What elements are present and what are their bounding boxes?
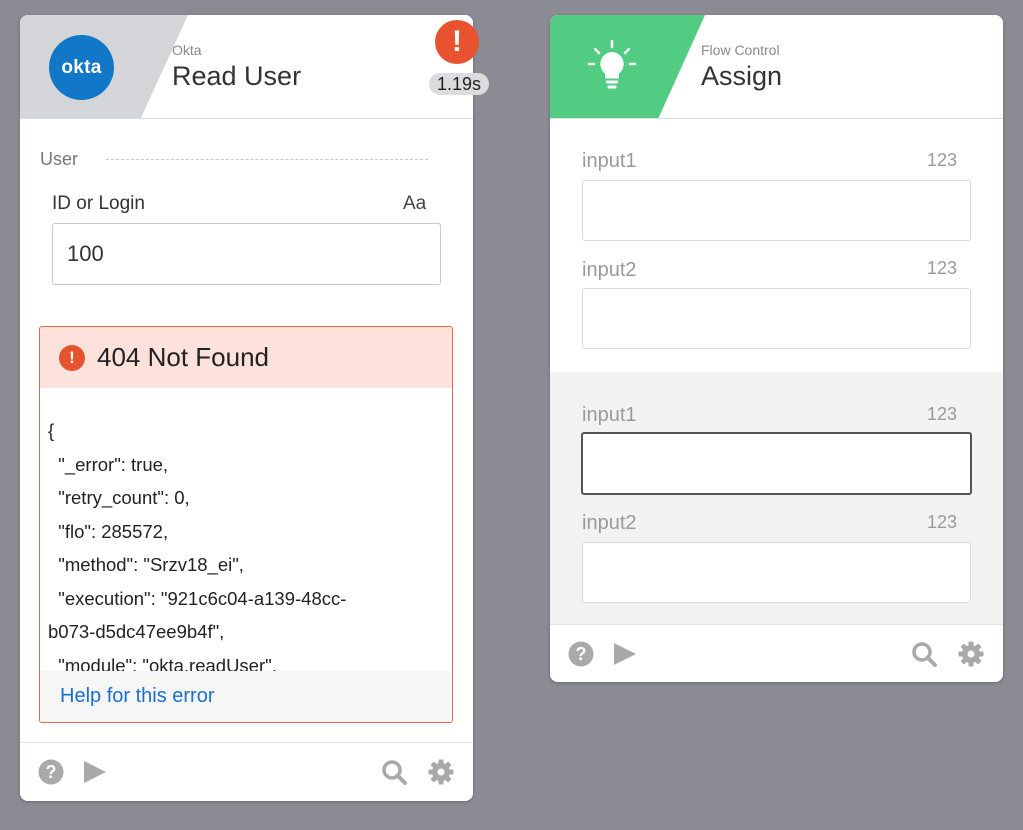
input1-type-badge: 123: [927, 150, 958, 170]
error-title: 404 Not Found: [97, 342, 270, 372]
svg-text:?: ?: [576, 644, 587, 664]
play-icon[interactable]: [81, 759, 107, 785]
flow-control-assign-card[interactable]: Flow Control Assign input1 123 input2 12…: [550, 15, 1003, 682]
input2-field[interactable]: [582, 542, 971, 603]
help-icon[interactable]: ?: [568, 641, 594, 667]
input2-type-badge: 123: [927, 512, 958, 532]
gear-icon[interactable]: [958, 641, 984, 667]
error-footer: Help for this error: [40, 671, 452, 722]
field-label-id-or-login: ID or Login: [52, 193, 145, 214]
input1-label: input1: [582, 404, 637, 426]
card-header: okta Okta Read User: [20, 15, 473, 119]
input1-field-focused[interactable]: [581, 432, 972, 495]
error-icon: !: [59, 344, 85, 371]
play-icon[interactable]: [611, 641, 637, 667]
card-title: Assign: [701, 61, 783, 91]
gear-icon[interactable]: [428, 759, 454, 785]
card-footer: ?: [550, 624, 1003, 682]
input1-field[interactable]: [582, 180, 971, 241]
lightbulb-icon: [587, 39, 637, 89]
search-icon[interactable]: [911, 641, 937, 667]
input2-label: input2: [582, 512, 637, 534]
search-icon[interactable]: [381, 759, 407, 785]
error-details: { "_error": true, "retry_count": 0, "flo…: [48, 420, 347, 671]
elapsed-time-badge: 1.19s: [429, 73, 490, 95]
id-or-login-input[interactable]: 100: [52, 223, 441, 285]
help-icon[interactable]: ?: [38, 759, 64, 785]
input2-label: input2: [582, 259, 637, 281]
error-alert-icon: !: [435, 20, 479, 64]
svg-text:?: ?: [46, 762, 57, 782]
error-panel: ! 404 Not Found { "_error": true, "retry…: [39, 326, 453, 723]
card-footer: ?: [20, 742, 473, 801]
error-status-badge[interactable]: !: [435, 20, 491, 76]
help-for-error-link[interactable]: Help for this error: [60, 685, 215, 708]
section-label-user: User: [40, 149, 79, 169]
section-divider: [106, 159, 428, 160]
card-category: Flow Control: [701, 42, 780, 58]
okta-logo: okta: [49, 35, 114, 100]
field-type-badge: Aa: [403, 193, 427, 214]
okta-read-user-card[interactable]: okta Okta Read User User ID or Login Aa …: [20, 15, 473, 801]
input2-field[interactable]: [582, 288, 971, 349]
input1-label: input1: [582, 150, 637, 172]
card-title: Read User: [172, 61, 302, 91]
error-header: ! 404 Not Found: [40, 327, 452, 388]
input1-type-badge: 123: [927, 404, 958, 424]
input2-type-badge: 123: [927, 258, 958, 278]
card-header: Flow Control Assign: [550, 15, 1003, 119]
card-category: Okta: [172, 42, 202, 58]
